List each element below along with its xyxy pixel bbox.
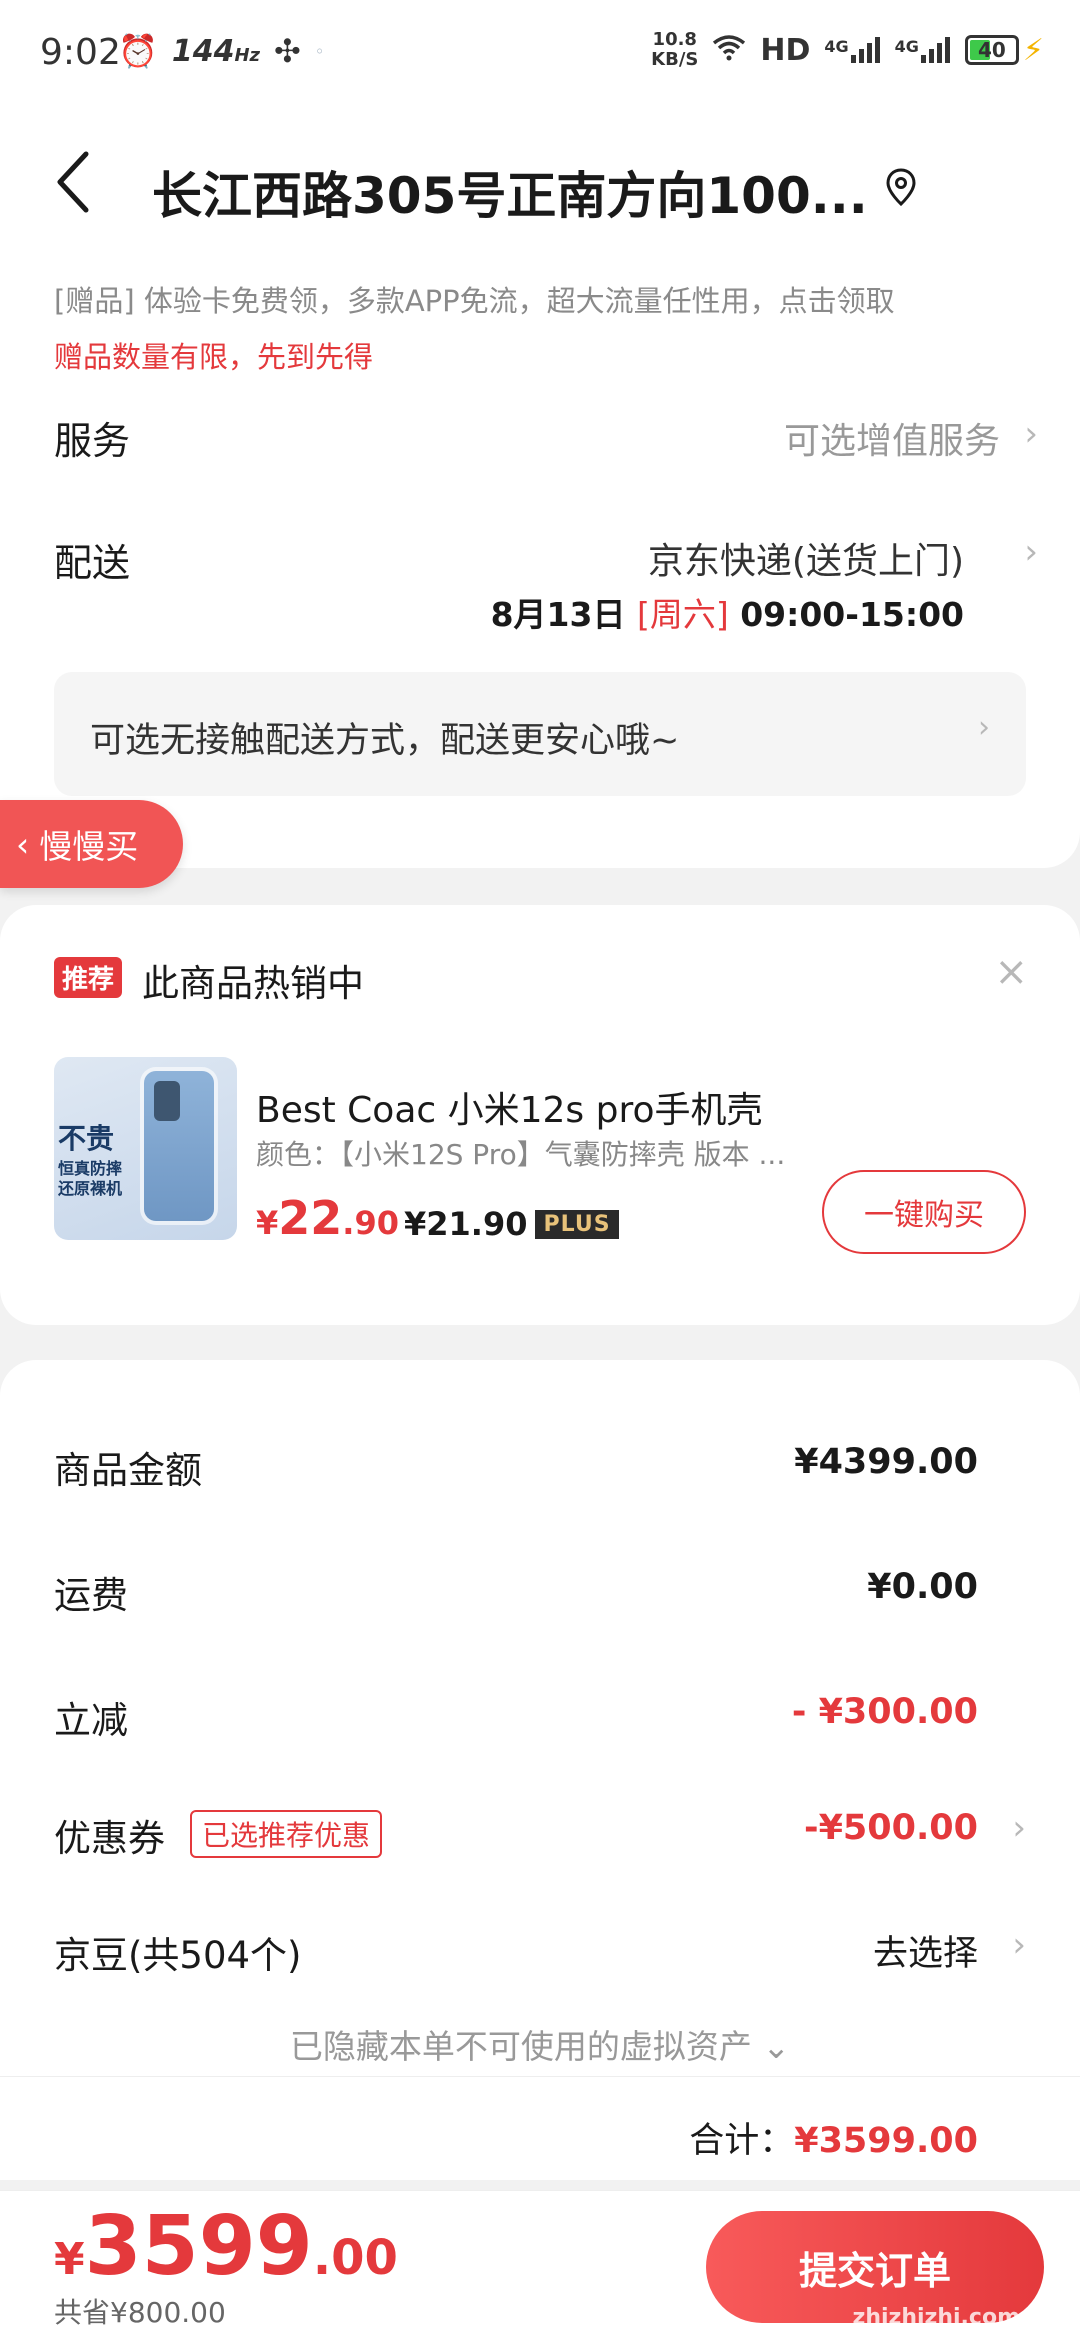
order-info-card: 长江西路305号正南方向100... [赠品] 体验卡免费领，多款APP免流，超… (0, 110, 1080, 868)
divider (0, 2076, 1080, 2077)
final-price: ¥3599.00 (54, 2199, 398, 2294)
discount-value: - ¥300.00 (791, 1692, 978, 1732)
shipping-value: ¥0.00 (867, 1567, 978, 1607)
coupon-label: 优惠券 (54, 1817, 165, 1860)
recommend-tag: 推荐 (54, 957, 123, 998)
notice-text: 可选无接触配送方式，配送更安心哦~ (90, 721, 680, 761)
service-label: 服务 (54, 419, 131, 463)
jd-beans-label: 京豆(共504个) (54, 1934, 302, 1977)
chevron-right-icon: › (1012, 1808, 1026, 1848)
recommend-card: 推荐 此商品热销中 × 不贵 恒真防摔 还原裸机 Best Coac 小米12s… (0, 905, 1080, 1325)
plus-price: ¥21.90 PLUS (404, 1205, 619, 1243)
product-image-text: 还原裸机 (58, 1179, 123, 1198)
slow-buy-float-button[interactable]: ‹ 慢慢买 (0, 800, 183, 888)
gift-info[interactable]: [赠品] 体验卡免费领，多款APP免流，超大流量任性用，点击领取 (54, 278, 895, 320)
phone-case-shape (144, 1071, 214, 1221)
service-value[interactable]: 可选增值服务 (784, 412, 1000, 464)
shipping-label: 运费 (54, 1574, 128, 1617)
goods-amount-label: 商品金额 (54, 1449, 202, 1492)
camera-module (154, 1081, 180, 1121)
chevron-left-icon: ‹ (16, 824, 30, 864)
alarm-icon: ⏰ (118, 32, 158, 70)
hidden-assets-toggle[interactable]: 已隐藏本单不可使用的虚拟资产 ⌄ (0, 2020, 1080, 2068)
chevron-right-icon: › (1024, 532, 1038, 572)
chevron-right-icon: › (1024, 414, 1038, 454)
status-right-icons: 10.8 KB/S HD 4G 4G 40 ⚡ (651, 30, 1044, 70)
chevron-down-icon: ⌄ (762, 2027, 791, 2066)
submit-order-button[interactable]: 提交订单 zhizhizhi.com (706, 2211, 1044, 2330)
status-time: 9:02 (40, 32, 121, 73)
wifi-icon (712, 33, 746, 68)
chevron-right-icon: › (1012, 1925, 1026, 1965)
bottom-action-bar: ¥3599.00 共省¥800.00 提交订单 zhizhizhi.com (0, 2190, 1080, 2340)
coupon-value[interactable]: -¥500.00 (804, 1808, 978, 1848)
gift-limit-note: 赠品数量有限，先到先得 (54, 340, 374, 374)
slow-buy-label: 慢慢买 (39, 827, 139, 866)
coupon-tag: 已选推荐优惠 (190, 1810, 383, 1858)
jd-beans-select[interactable]: 去选择 (873, 1925, 978, 1976)
status-bar: 9:02 ⏰ 144Hz ✣ ◦ 10.8 KB/S HD 4G 4G 40 ⚡ (0, 0, 1080, 110)
chevron-left-icon (57, 151, 89, 213)
hd-indicator: HD (760, 32, 811, 68)
product-price: ¥22.90 (256, 1191, 399, 1245)
back-button[interactable] (52, 150, 112, 230)
location-pin-icon[interactable] (886, 168, 922, 212)
one-click-buy-button[interactable]: 一键购买 (822, 1170, 1026, 1254)
recommend-title: 此商品热销中 (142, 962, 364, 1005)
price-summary-card: 商品金额 ¥4399.00 运费 ¥0.00 立减 - ¥300.00 优惠券 … (0, 1360, 1080, 2180)
contactless-delivery-notice[interactable]: 可选无接触配送方式，配送更安心哦~ › (54, 672, 1026, 796)
watermark: zhizhizhi.com (852, 2305, 1020, 2330)
signal-icon-2: 4G (895, 37, 951, 63)
product-image[interactable]: 不贵 恒真防摔 还原裸机 (54, 1057, 237, 1240)
net-speed: 10.8 KB/S (651, 29, 699, 70)
delivery-address[interactable]: 长江西路305号正南方向100... (152, 156, 872, 228)
fan-icon: ✣ (274, 32, 301, 70)
saved-amount: 共省¥800.00 (54, 2296, 226, 2329)
close-icon[interactable]: × (994, 949, 1028, 995)
chevron-right-icon: › (978, 710, 990, 745)
delivery-time[interactable]: 8月13日 [周六] 09:00-15:00 (491, 588, 964, 636)
product-spec: 颜色：【小米12S Pro】气囊防摔壳 版本 ... (256, 1138, 786, 1171)
signal-icon-1: 4G (824, 37, 880, 63)
delivery-label: 配送 (54, 541, 131, 585)
status-left-icons: ⏰ 144Hz ✣ ◦ (118, 32, 324, 70)
plus-badge: PLUS (535, 1209, 619, 1239)
product-name[interactable]: Best Coac 小米12s pro手机壳 (256, 1081, 763, 1133)
delivery-method[interactable]: 京东快递(送货上门) (648, 532, 964, 584)
charging-icon: ⚡ (1022, 32, 1044, 68)
battery-icon: 40 ⚡ (964, 32, 1044, 68)
total-line: 合计：¥3599.00 (689, 2121, 978, 2161)
refresh-rate: 144Hz (171, 33, 261, 69)
product-image-text: 不贵 (58, 1122, 115, 1155)
goods-amount-value: ¥4399.00 (794, 1442, 978, 1482)
discount-label: 立减 (54, 1699, 128, 1742)
dot-icon: ◦ (314, 41, 325, 61)
